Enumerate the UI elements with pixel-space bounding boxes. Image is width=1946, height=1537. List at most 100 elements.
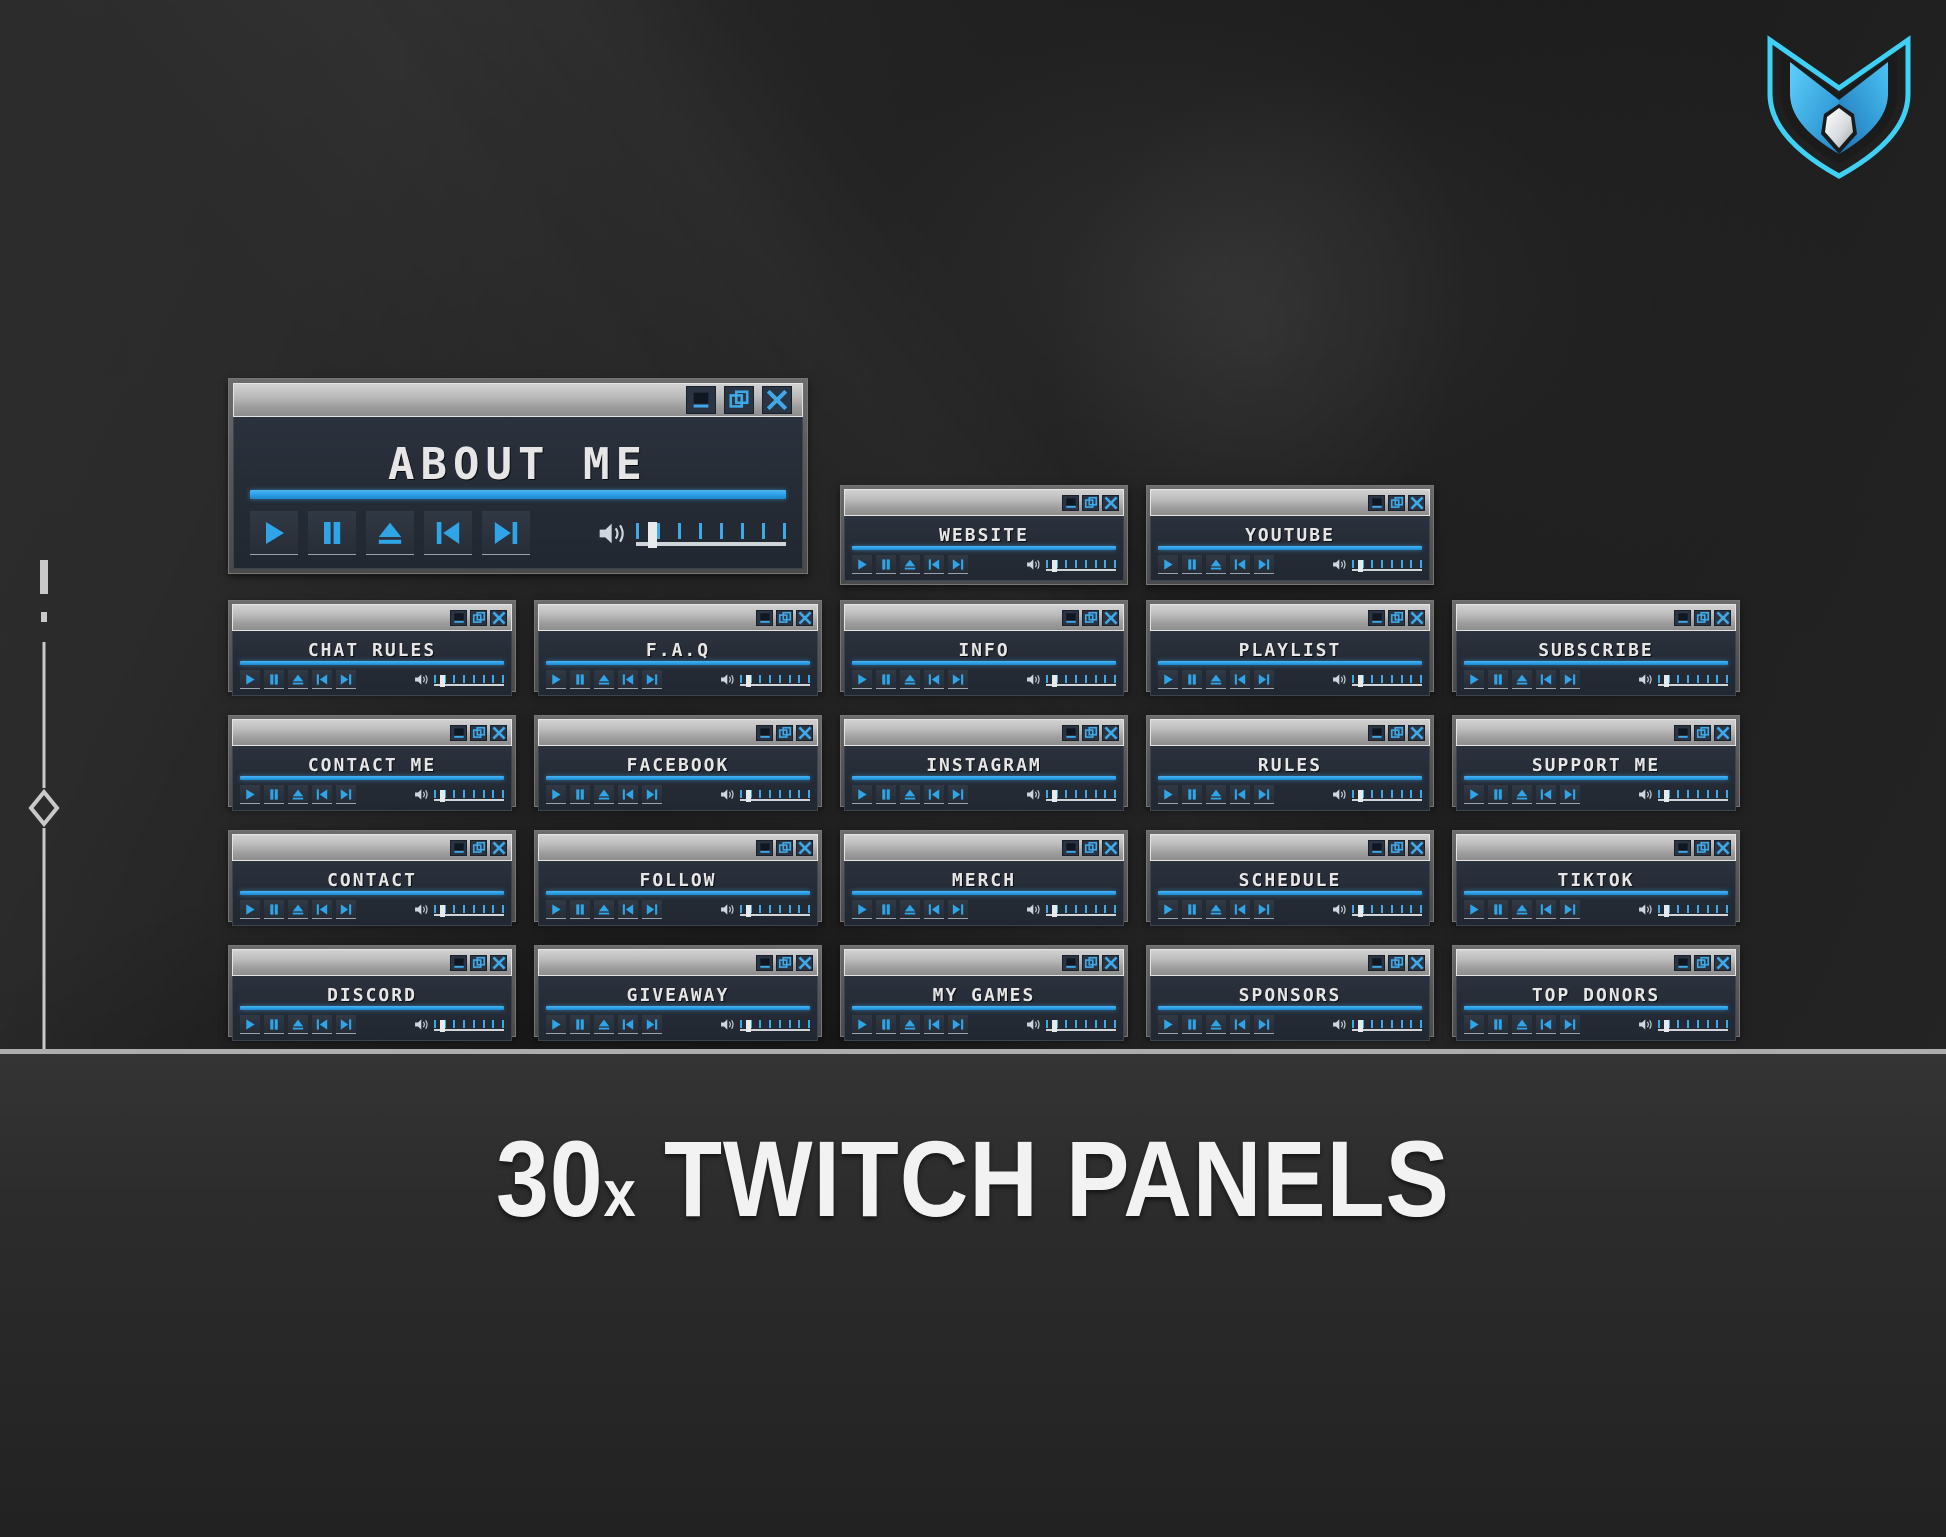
restore-button[interactable]	[1388, 609, 1405, 626]
volume-knob[interactable]	[1051, 905, 1057, 917]
volume-track[interactable]	[1046, 675, 1116, 687]
volume-control[interactable]	[414, 1018, 504, 1032]
play-button[interactable]	[1464, 785, 1484, 804]
panel-titlebar[interactable]	[1150, 719, 1430, 746]
pause-button[interactable]	[1182, 555, 1202, 574]
next-button[interactable]	[642, 785, 662, 804]
minimize-button[interactable]	[1062, 494, 1079, 511]
panel-tiktok[interactable]: TIKTOK	[1452, 830, 1740, 926]
volume-knob[interactable]	[648, 521, 657, 548]
play-button[interactable]	[852, 900, 872, 919]
play-button[interactable]	[852, 785, 872, 804]
eject-button[interactable]	[1512, 900, 1532, 919]
play-button[interactable]	[546, 670, 566, 689]
eject-button[interactable]	[1512, 785, 1532, 804]
restore-button[interactable]	[1082, 494, 1099, 511]
minimize-button[interactable]	[1674, 724, 1691, 741]
next-button[interactable]	[1254, 1015, 1274, 1034]
volume-slider[interactable]	[636, 521, 786, 548]
panel-titlebar[interactable]	[1456, 604, 1736, 631]
volume-track[interactable]	[434, 905, 504, 917]
previous-button[interactable]	[312, 670, 332, 689]
close-button[interactable]	[796, 839, 813, 856]
eject-button[interactable]	[900, 1015, 920, 1034]
restore-button[interactable]	[1388, 954, 1405, 971]
panel-support-me[interactable]: SUPPORT ME	[1452, 715, 1740, 811]
progress-bar[interactable]	[1464, 1006, 1728, 1010]
minimize-button[interactable]	[756, 724, 773, 741]
volume-knob[interactable]	[745, 675, 751, 687]
previous-button[interactable]	[312, 1015, 332, 1034]
panel-chat-rules[interactable]: CHAT RULES	[228, 600, 516, 696]
panel-rules[interactable]: RULES	[1146, 715, 1434, 811]
pause-button[interactable]	[570, 900, 590, 919]
volume-control[interactable]	[720, 788, 810, 802]
volume-knob[interactable]	[1357, 1020, 1363, 1032]
pause-button[interactable]	[264, 670, 284, 689]
pause-button[interactable]	[264, 785, 284, 804]
next-button[interactable]	[1560, 670, 1580, 689]
volume-track[interactable]	[740, 1020, 810, 1032]
close-button[interactable]	[796, 954, 813, 971]
previous-button[interactable]	[312, 900, 332, 919]
close-button[interactable]	[490, 839, 507, 856]
minimize-button[interactable]	[1062, 954, 1079, 971]
restore-button[interactable]	[776, 839, 793, 856]
panel-sponsors[interactable]: SPONSORS	[1146, 945, 1434, 1041]
minimize-button[interactable]	[1674, 839, 1691, 856]
volume-track[interactable]	[1352, 790, 1422, 802]
restore-button[interactable]	[1082, 839, 1099, 856]
progress-bar[interactable]	[852, 661, 1116, 665]
restore-button[interactable]	[1694, 954, 1711, 971]
pause-button[interactable]	[876, 1015, 896, 1034]
volume-control[interactable]	[1638, 673, 1728, 687]
volume-slider[interactable]	[740, 1020, 810, 1032]
volume-slider[interactable]	[1658, 790, 1728, 802]
volume-track[interactable]	[1352, 905, 1422, 917]
progress-bar[interactable]	[1158, 1006, 1422, 1010]
progress-bar[interactable]	[852, 1006, 1116, 1010]
eject-button[interactable]	[1512, 1015, 1532, 1034]
progress-bar[interactable]	[1464, 776, 1728, 780]
play-button[interactable]	[1158, 1015, 1178, 1034]
volume-control[interactable]	[1026, 788, 1116, 802]
previous-button[interactable]	[1230, 785, 1250, 804]
close-button[interactable]	[490, 609, 507, 626]
play-button[interactable]	[546, 785, 566, 804]
previous-button[interactable]	[1536, 900, 1556, 919]
progress-bar[interactable]	[1158, 776, 1422, 780]
panel-titlebar[interactable]	[1150, 949, 1430, 976]
eject-button[interactable]	[594, 900, 614, 919]
next-button[interactable]	[1254, 785, 1274, 804]
pause-button[interactable]	[1488, 900, 1508, 919]
restore-button[interactable]	[470, 839, 487, 856]
volume-slider[interactable]	[1046, 905, 1116, 917]
panel-follow[interactable]: FOLLOW	[534, 830, 822, 926]
play-button[interactable]	[852, 555, 872, 574]
play-button[interactable]	[852, 1015, 872, 1034]
volume-slider[interactable]	[1658, 675, 1728, 687]
eject-button[interactable]	[900, 555, 920, 574]
previous-button[interactable]	[924, 555, 944, 574]
volume-control[interactable]	[1332, 558, 1422, 572]
panel-top-donors[interactable]: TOP DONORS	[1452, 945, 1740, 1041]
minimize-button[interactable]	[1674, 609, 1691, 626]
eject-button[interactable]	[594, 1015, 614, 1034]
minimize-button[interactable]	[1062, 839, 1079, 856]
volume-slider[interactable]	[1352, 675, 1422, 687]
previous-button[interactable]	[1536, 670, 1556, 689]
next-button[interactable]	[1254, 670, 1274, 689]
minimize-button[interactable]	[1062, 724, 1079, 741]
panel-playlist[interactable]: PLAYLIST	[1146, 600, 1434, 696]
close-button[interactable]	[1408, 954, 1425, 971]
panel-contact[interactable]: CONTACT	[228, 830, 516, 926]
next-button[interactable]	[948, 555, 968, 574]
previous-button[interactable]	[424, 511, 472, 555]
progress-bar[interactable]	[546, 661, 810, 665]
previous-button[interactable]	[924, 670, 944, 689]
volume-knob[interactable]	[439, 905, 445, 917]
minimize-button[interactable]	[686, 386, 716, 414]
play-button[interactable]	[1158, 900, 1178, 919]
volume-track[interactable]	[1352, 1020, 1422, 1032]
pause-button[interactable]	[1488, 670, 1508, 689]
